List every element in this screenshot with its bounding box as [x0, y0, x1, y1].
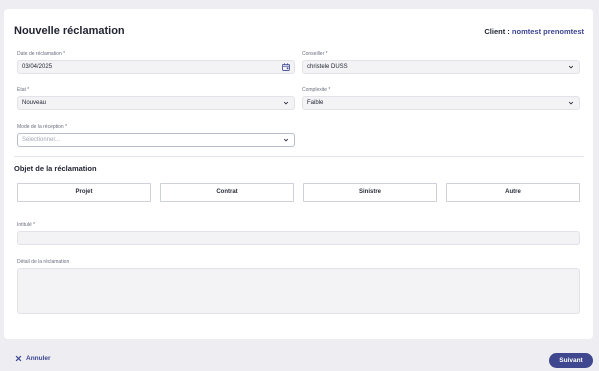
cancel-button[interactable]: Annuler [15, 355, 51, 362]
detail-label: Détail de la réclamation [17, 259, 70, 265]
objet-option-sinistre[interactable]: Sinistre [303, 183, 437, 202]
detail-textarea[interactable] [17, 268, 580, 314]
next-button[interactable]: Suivant [549, 353, 593, 368]
conseiller-label: Conseiller * [302, 51, 328, 57]
client-info: Client : nomtest prenomtest [484, 27, 584, 36]
objet-option-contrat[interactable]: Contrat [160, 183, 294, 202]
intitule-label: Intitulé * [17, 222, 36, 228]
complexite-label: Complexite * [302, 87, 331, 93]
complexite-select[interactable]: Faible [302, 96, 580, 110]
objet-option-autre[interactable]: Autre [446, 183, 580, 202]
chevron-down-icon [283, 101, 289, 105]
conseiller-select[interactable]: christele DUSS [302, 60, 580, 74]
date-value: 03/04/2025 [22, 64, 53, 70]
objet-option-projet[interactable]: Projet [17, 183, 151, 202]
cancel-label: Annuler [26, 355, 51, 362]
page-title: Nouvelle réclamation [14, 25, 125, 37]
client-name: nomtest prenomtest [511, 27, 584, 36]
date-field[interactable]: 03/04/2025 [17, 60, 295, 74]
chevron-down-icon [283, 138, 289, 142]
etat-value: Nouveau [22, 100, 47, 106]
calendar-icon[interactable] [282, 63, 290, 71]
intitule-input[interactable] [17, 231, 580, 245]
complexite-value: Faible [307, 100, 324, 106]
chevron-down-icon [568, 101, 574, 105]
client-label: Client : [484, 27, 510, 36]
objet-section-title: Objet de la réclamation [14, 164, 97, 173]
mode-reception-select[interactable]: Sélectionner... [17, 133, 295, 147]
etat-select[interactable]: Nouveau [17, 96, 295, 110]
close-icon [15, 355, 22, 362]
section-divider [14, 156, 584, 157]
conseiller-value: christele DUSS [307, 64, 348, 70]
mode-reception-placeholder: Sélectionner... [22, 137, 61, 143]
mode-reception-label: Mode de la réception * [17, 124, 68, 130]
date-label: Date de réclamation * [17, 51, 66, 57]
chevron-down-icon [568, 65, 574, 69]
etat-label: Etat * [17, 87, 30, 93]
